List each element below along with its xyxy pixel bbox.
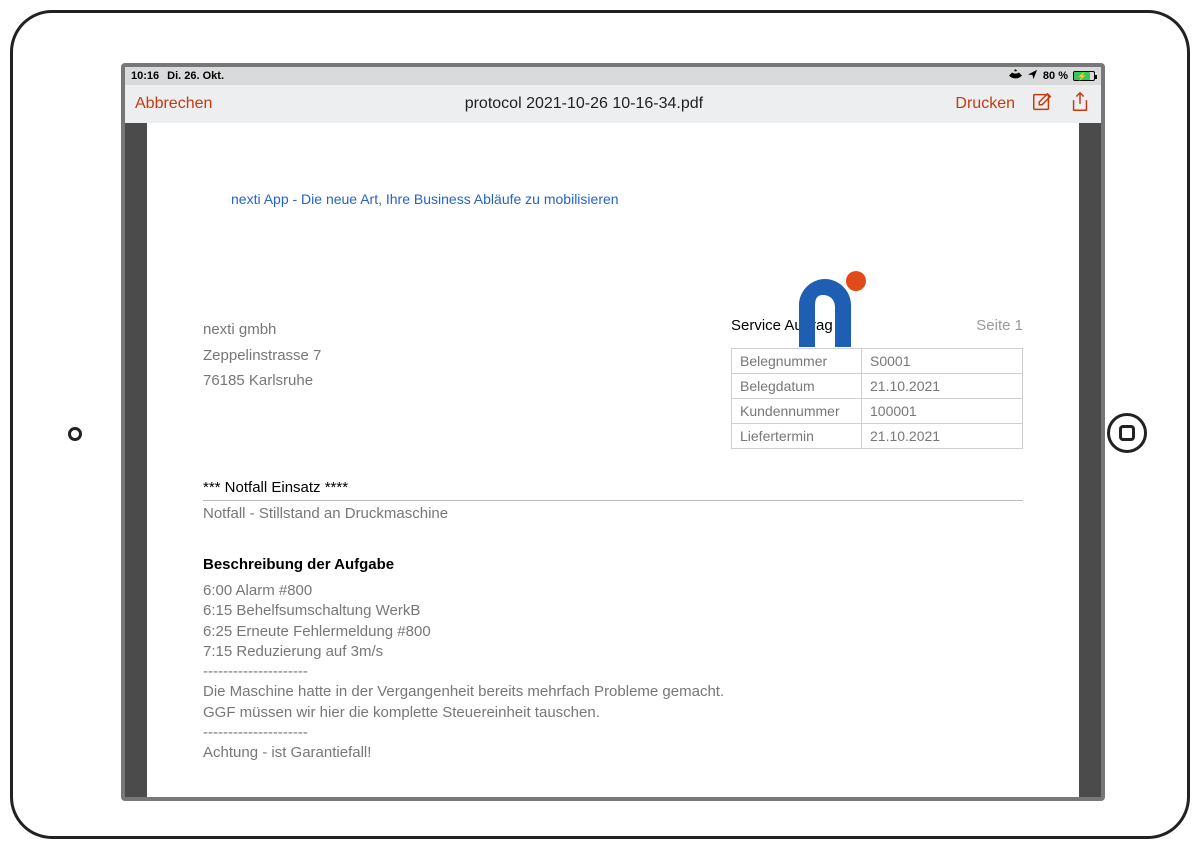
sender-address: nexti gmbh Zeppelinstrasse 7 76185 Karls…: [203, 317, 321, 449]
nav-bar: Abbrechen protocol 2021-10-26 10-16-34.p…: [125, 85, 1101, 123]
sender-street: Zeppelinstrasse 7: [203, 343, 321, 369]
table-row: Kundennummer100001: [732, 399, 1023, 424]
cancel-button[interactable]: Abbrechen: [135, 95, 212, 113]
tablet-frame: 10:16 Di. 26. Okt. 80 % ⚡ Abbrechen prot…: [10, 10, 1190, 839]
tagline: nexti App - Die neue Art, Ihre Business …: [231, 191, 1023, 207]
print-button[interactable]: Drucken: [955, 95, 1015, 113]
share-icon[interactable]: [1069, 91, 1091, 118]
screen: 10:16 Di. 26. Okt. 80 % ⚡ Abbrechen prot…: [121, 63, 1105, 801]
status-bar: 10:16 Di. 26. Okt. 80 % ⚡: [125, 67, 1101, 85]
description-heading: Beschreibung der Aufgabe: [203, 556, 1023, 573]
page-number: Seite 1: [976, 317, 1023, 334]
battery-percent: 80 %: [1043, 70, 1068, 82]
sender-city: 76185 Karlsruhe: [203, 368, 321, 394]
wifi-icon: [1009, 69, 1022, 83]
nexti-logo: [789, 269, 869, 356]
description-body: 6:00 Alarm #800 6:15 Behelfsumschaltung …: [203, 581, 1023, 763]
document-title: protocol 2021-10-26 10-16-34.pdf: [212, 95, 955, 113]
front-camera-icon: [68, 427, 82, 441]
section-title: *** Notfall Einsatz ****: [203, 479, 1023, 501]
table-row: Belegdatum21.10.2021: [732, 374, 1023, 399]
location-icon: [1027, 69, 1038, 83]
pdf-page: nexti App - Die neue Art, Ihre Business …: [147, 123, 1079, 797]
home-button[interactable]: [1107, 413, 1147, 453]
meta-block: Service Auftrag Seite 1 BelegnummerS0001…: [731, 317, 1023, 449]
table-row: BelegnummerS0001: [732, 349, 1023, 374]
section-subtitle: Notfall - Stillstand an Druckmaschine: [203, 505, 1023, 522]
sender-name: nexti gmbh: [203, 317, 321, 343]
table-row: Liefertermin21.10.2021: [732, 424, 1023, 449]
battery-icon: ⚡: [1073, 71, 1095, 81]
annotate-icon[interactable]: [1031, 91, 1053, 118]
status-time: 10:16: [131, 70, 159, 82]
document-viewer[interactable]: nexti App - Die neue Art, Ihre Business …: [125, 123, 1101, 797]
meta-table: BelegnummerS0001 Belegdatum21.10.2021 Ku…: [731, 348, 1023, 449]
status-date: Di. 26. Okt.: [167, 70, 224, 82]
